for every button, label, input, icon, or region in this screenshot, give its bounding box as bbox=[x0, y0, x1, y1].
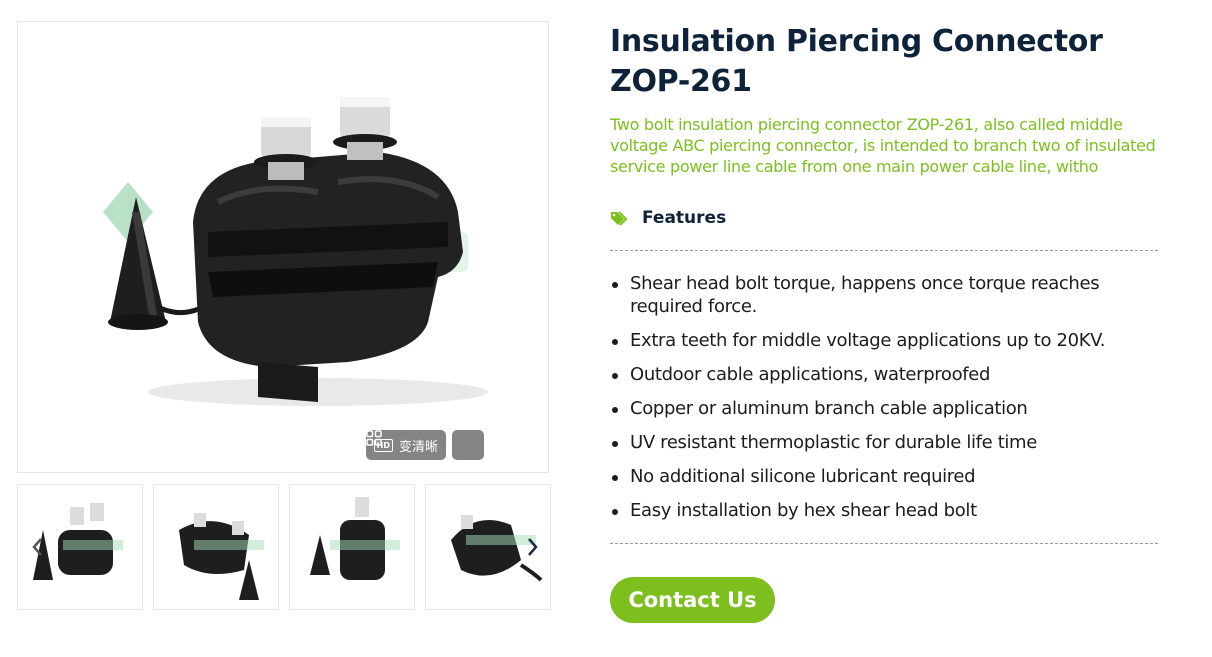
tags-icon bbox=[611, 211, 628, 226]
thumbnail-next-button[interactable] bbox=[523, 532, 543, 562]
features-heading-label: Features bbox=[642, 208, 727, 228]
grid-view-button[interactable] bbox=[365, 430, 484, 460]
features-heading: Features bbox=[610, 208, 726, 228]
thumbnail-photo bbox=[179, 513, 264, 600]
feature-item: Copper or aluminum branch cable applicat… bbox=[610, 397, 1158, 420]
thumbnail-strip bbox=[17, 484, 551, 610]
feature-item: Outdoor cable applications, waterproofed bbox=[610, 363, 1158, 386]
feature-item: Shear head bolt torque, happens once tor… bbox=[610, 272, 1158, 318]
feature-list: Shear head bolt torque, happens once tor… bbox=[610, 272, 1158, 533]
thumbnail-photo bbox=[310, 497, 400, 580]
thumbnail-3[interactable] bbox=[289, 484, 415, 610]
product-info: Insulation Piercing Connector ZOP-261 Tw… bbox=[610, 22, 1158, 623]
feature-item: UV resistant thermoplastic for durable l… bbox=[610, 431, 1158, 454]
grid-icon bbox=[365, 430, 382, 446]
chevron-left-icon bbox=[32, 538, 42, 556]
contact-us-button[interactable]: Contact Us bbox=[610, 577, 775, 623]
hd-toggle-label: 变清晰 bbox=[398, 439, 438, 455]
main-product-image[interactable]: HD 变清晰 bbox=[17, 21, 549, 473]
thumbnail-prev-button[interactable] bbox=[27, 532, 47, 562]
product-description: Two bolt insulation piercing connector Z… bbox=[610, 115, 1156, 176]
chevron-right-icon bbox=[528, 538, 538, 556]
thumbnail-2[interactable] bbox=[153, 484, 279, 610]
feature-item: No additional silicone lubricant require… bbox=[610, 465, 1158, 488]
feature-item: Extra teeth for middle voltage applicati… bbox=[610, 329, 1158, 352]
divider-top bbox=[610, 250, 1158, 251]
divider-bottom bbox=[610, 543, 1158, 544]
product-title: Insulation Piercing Connector ZOP-261 bbox=[610, 24, 1103, 99]
feature-item: Easy installation by hex shear head bolt bbox=[610, 499, 1158, 522]
connector-photo bbox=[103, 97, 488, 406]
